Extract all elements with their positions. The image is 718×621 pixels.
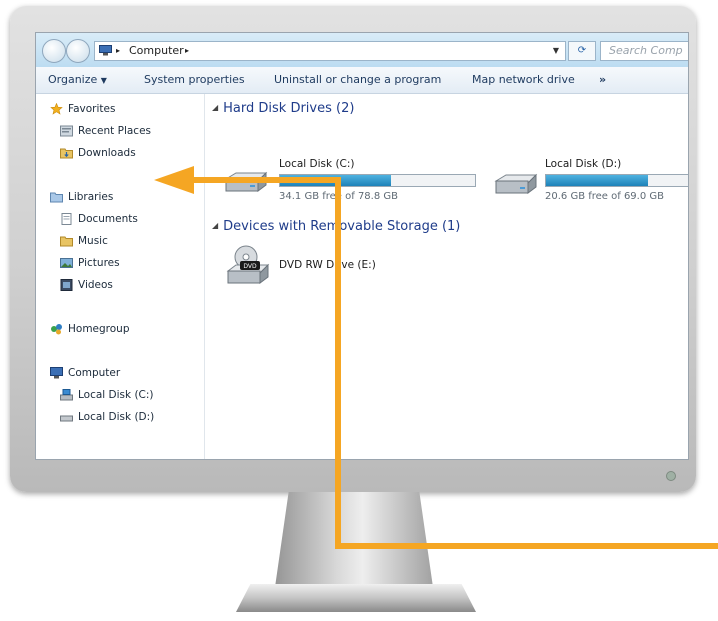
collapse-triangle-icon: ◢ bbox=[212, 103, 219, 112]
title-bar: ▸ Computer ▸ ▼ ⟳ Search Comp bbox=[36, 33, 688, 67]
power-indicator bbox=[666, 471, 676, 481]
drive-c-name[interactable]: Local Disk (C:) bbox=[279, 158, 355, 170]
organize-button[interactable]: Organize ▼ bbox=[48, 67, 107, 94]
pictures-icon bbox=[60, 258, 73, 268]
videos-icon bbox=[60, 279, 73, 291]
refresh-button[interactable]: ⟳ bbox=[568, 41, 596, 61]
back-button[interactable] bbox=[42, 39, 66, 63]
breadcrumb-chevron-icon[interactable]: ▸ bbox=[185, 42, 189, 60]
drive-c-free-space: 34.1 GB free of 78.8 GB bbox=[279, 191, 398, 202]
address-bar[interactable]: ▸ Computer ▸ ▼ bbox=[94, 41, 566, 61]
music-folder-icon bbox=[60, 236, 73, 247]
svg-text:DVD: DVD bbox=[243, 263, 257, 270]
hard-drive-icon[interactable] bbox=[222, 171, 268, 197]
breadcrumb-separator-icon: ▸ bbox=[116, 46, 121, 55]
refresh-icon: ⟳ bbox=[577, 45, 587, 56]
map-network-drive-button[interactable]: Map network drive bbox=[472, 67, 575, 93]
star-icon bbox=[50, 103, 63, 115]
navigation-pane: Favorites Recent Places Downloads Librar… bbox=[36, 94, 205, 459]
recent-places-icon bbox=[60, 125, 73, 137]
monitor-stand-neck bbox=[274, 492, 434, 588]
command-bar: Organize ▼ System properties Uninstall o… bbox=[36, 67, 688, 94]
computer-icon bbox=[50, 367, 63, 379]
drive-d-name[interactable]: Local Disk (D:) bbox=[545, 158, 621, 170]
hard-drive-icon[interactable] bbox=[492, 173, 538, 199]
drive-d-usage-fill bbox=[546, 175, 648, 186]
explorer-window: ▸ Computer ▸ ▼ ⟳ Search Comp Organize ▼ … bbox=[35, 32, 689, 460]
system-drive-icon bbox=[60, 389, 73, 401]
collapse-triangle-icon: ◢ bbox=[212, 221, 219, 230]
documents-icon bbox=[61, 213, 72, 225]
dvd-drive-name[interactable]: DVD RW Drive (E:) bbox=[279, 259, 376, 271]
breadcrumb-computer[interactable]: Computer bbox=[129, 42, 184, 60]
system-properties-button[interactable]: System properties bbox=[144, 67, 245, 93]
hard-drive-icon bbox=[60, 415, 73, 422]
more-commands-button[interactable]: » bbox=[599, 67, 606, 93]
homegroup-icon bbox=[51, 324, 62, 335]
monitor-stand-base bbox=[236, 584, 476, 612]
chevron-down-icon[interactable]: ▼ bbox=[553, 42, 559, 60]
drive-d-usage-bar bbox=[545, 174, 688, 187]
hard-disk-drives-header[interactable]: ◢ Hard Disk Drives (2) bbox=[212, 101, 354, 116]
drive-d-free-space: 20.6 GB free of 69.0 GB bbox=[545, 191, 664, 202]
chevron-down-icon: ▼ bbox=[100, 76, 107, 85]
uninstall-program-button[interactable]: Uninstall or change a program bbox=[274, 67, 441, 93]
monitor-frame: ▸ Computer ▸ ▼ ⟳ Search Comp Organize ▼ … bbox=[10, 6, 696, 492]
downloads-folder-icon bbox=[60, 148, 73, 159]
drive-c-usage-fill bbox=[280, 175, 392, 186]
computer-icon bbox=[99, 45, 112, 56]
forward-button[interactable] bbox=[66, 39, 90, 63]
removable-storage-header[interactable]: ◢ Devices with Removable Storage (1) bbox=[212, 219, 460, 234]
search-input[interactable]: Search Comp bbox=[600, 41, 688, 61]
dvd-drive-icon[interactable]: DVD bbox=[226, 243, 270, 287]
drive-c-usage-bar bbox=[279, 174, 476, 187]
libraries-icon bbox=[50, 192, 63, 203]
